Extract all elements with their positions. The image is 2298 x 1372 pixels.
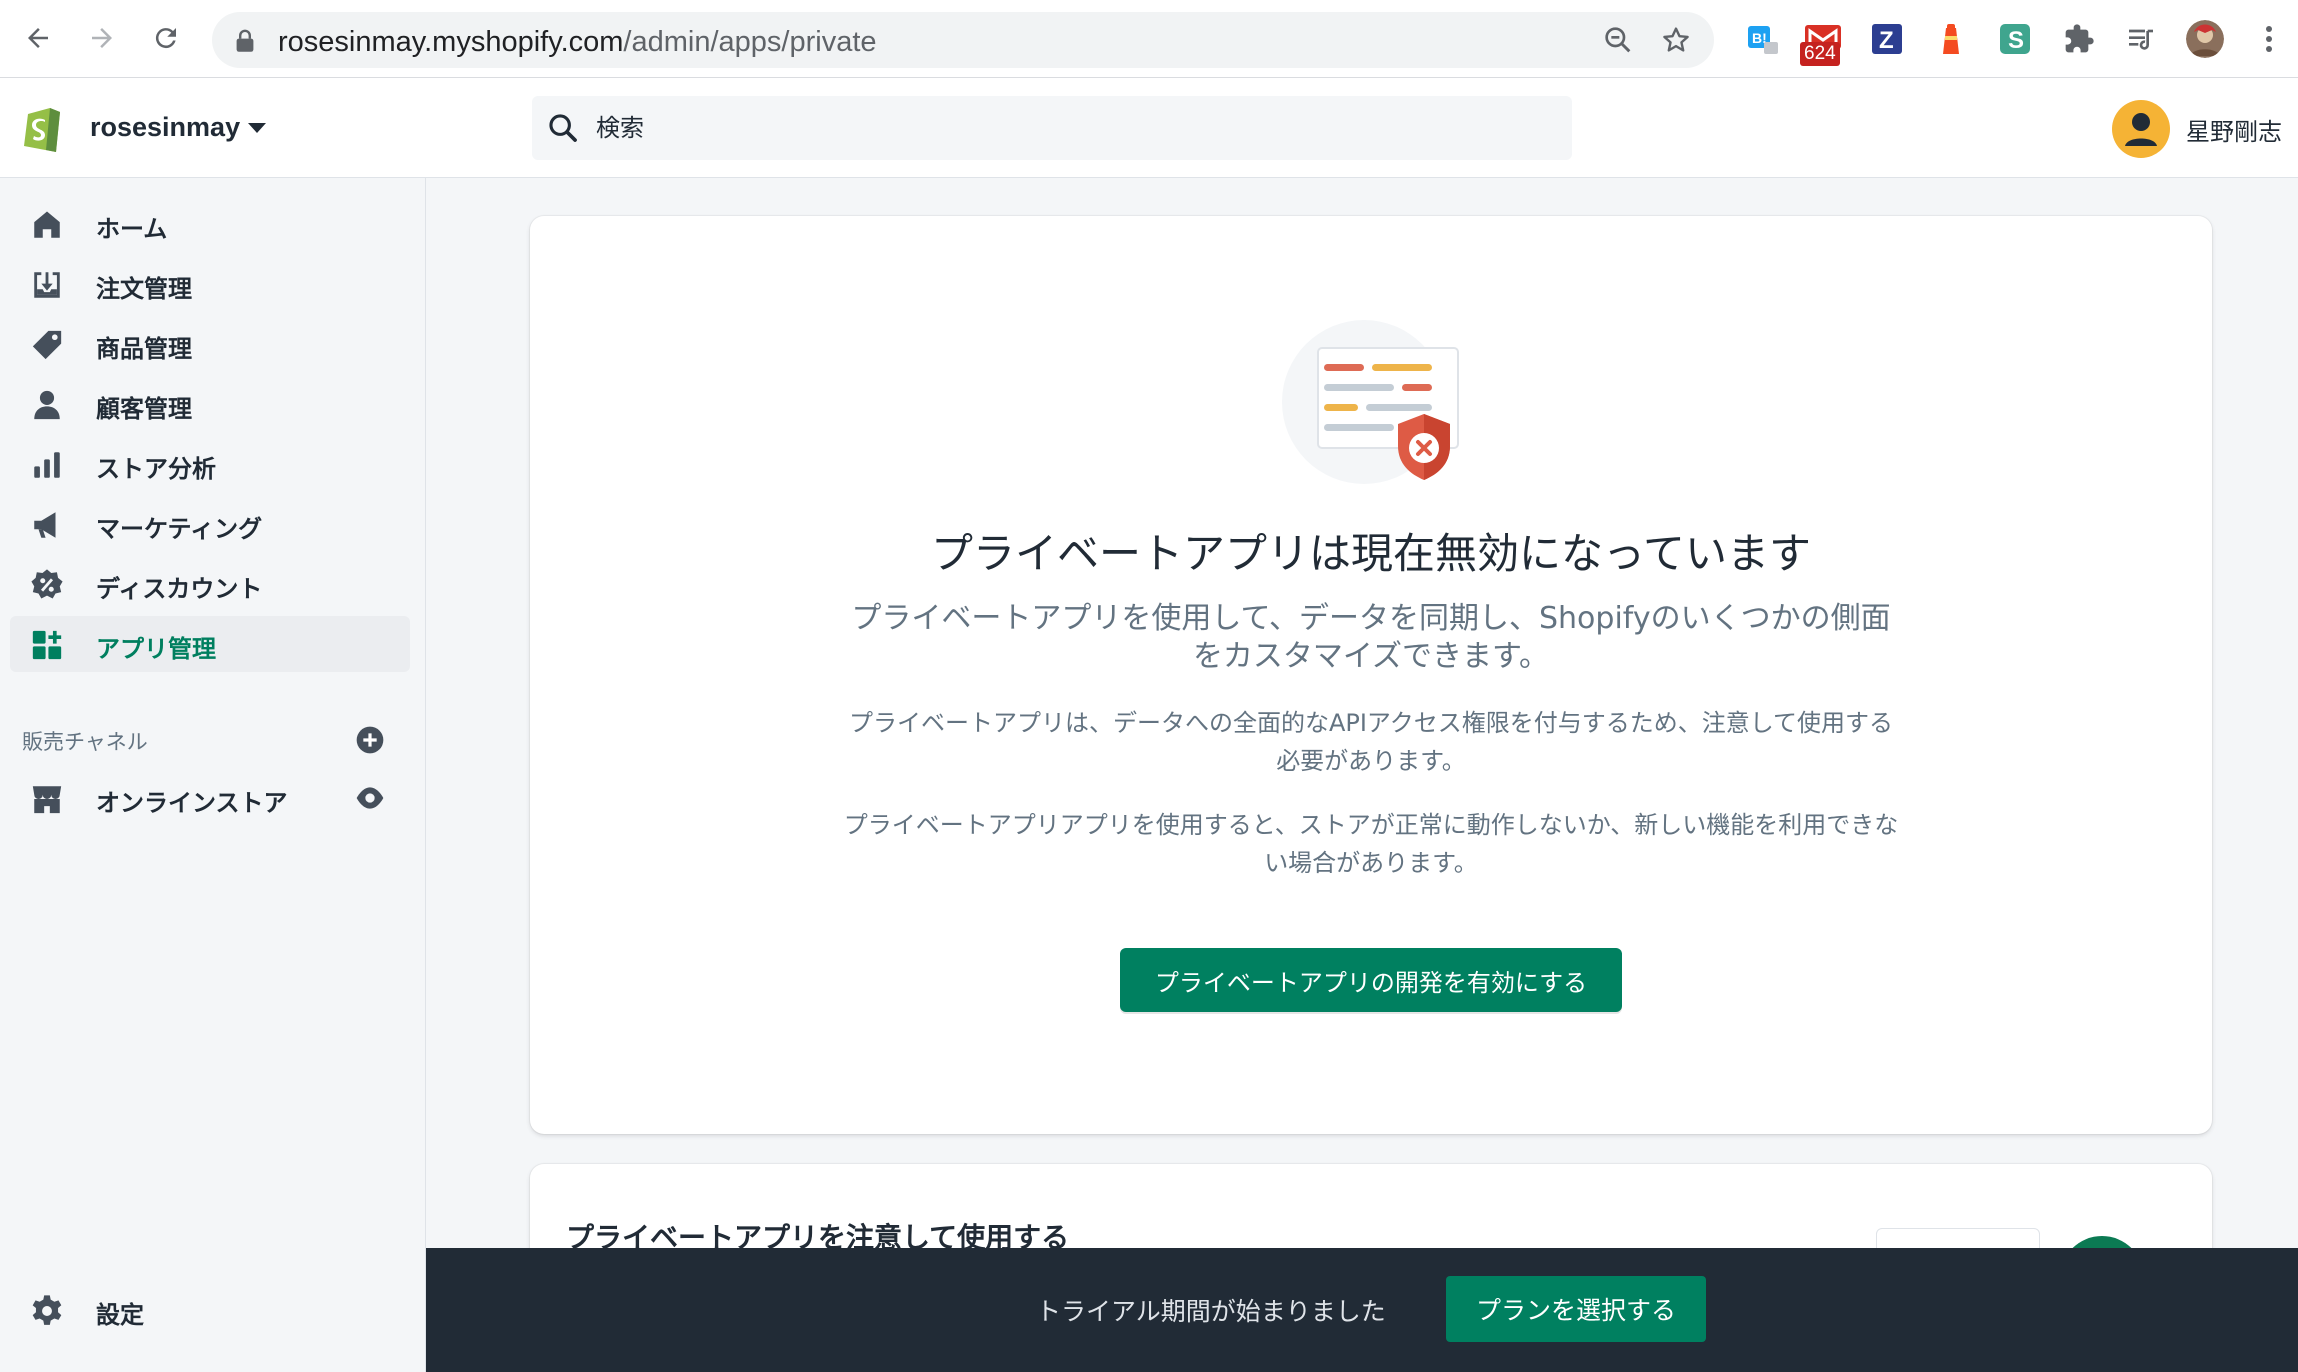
eye-icon[interactable]	[354, 784, 386, 812]
compatibility-warning: プライベートアプリアプリを使用すると、ストアが正常に動作しないか、新しい機能を利…	[843, 811, 1899, 877]
s-extension-icon[interactable]: S	[1996, 20, 2034, 58]
store-icon	[32, 786, 62, 814]
api-access-warning: プライベートアプリは、データへの全面的なAPIアクセス権限を付与するため、注意し…	[848, 709, 1894, 775]
tag-icon	[32, 330, 62, 360]
reload-button[interactable]	[142, 14, 190, 62]
forward-arrow-icon	[92, 28, 112, 48]
sidebar-item-label: ホーム	[96, 215, 168, 243]
back-button[interactable]	[14, 14, 62, 62]
sidebar-item-apps[interactable]: アプリ管理	[10, 616, 410, 672]
card-subtitle: プライベートアプリを使用して、データを同期し、Shopifyのいくつかの側面をカ…	[851, 601, 1891, 674]
svg-text:S: S	[2008, 27, 2024, 54]
mail-count-badge: 624	[1800, 42, 1840, 66]
sidebar-item-discounts[interactable]: ディスカウント	[10, 556, 410, 612]
select-plan-button[interactable]: プランを選択する	[1446, 1276, 1706, 1342]
sidebar: ホーム 注文管理 商品管理 顧客管理 ストア分析 マーケティング ディスカウント…	[0, 178, 426, 1372]
profile-avatar-icon[interactable]	[2186, 20, 2224, 58]
store-name[interactable]: rosesinmay	[90, 112, 240, 143]
user-avatar[interactable]	[2112, 100, 2170, 158]
gear-icon	[32, 1295, 62, 1325]
private-apps-disabled-card: プライベートアプリは現在無効になっています プライベートアプリを使用して、データ…	[530, 216, 2212, 1134]
private-app-disabled-illustration	[1282, 320, 1459, 484]
puzzle-extensions-icon[interactable]	[2060, 20, 2098, 58]
back-arrow-icon	[28, 28, 48, 48]
sidebar-item-customers[interactable]: 顧客管理	[10, 376, 410, 432]
add-channel-icon[interactable]	[354, 724, 386, 756]
sidebar-item-orders[interactable]: 注文管理	[10, 256, 410, 312]
discount-icon	[31, 569, 63, 599]
customer-icon	[34, 390, 60, 420]
lock-icon	[236, 29, 254, 52]
search-bar[interactable]	[532, 96, 1572, 160]
url-path: /admin/apps/private	[623, 26, 877, 58]
reading-list-icon[interactable]	[2122, 20, 2160, 58]
orders-icon	[34, 272, 60, 298]
bookmark-star-icon[interactable]	[1660, 24, 1692, 56]
trial-message: トライアル期間が始まりました	[1036, 1297, 1386, 1326]
bookmark-extension-icon[interactable]: B!	[1744, 20, 1782, 58]
sidebar-item-label: ディスカウント	[96, 575, 263, 603]
lighthouse-extension-icon[interactable]	[1932, 20, 1970, 58]
apps-icon	[32, 630, 62, 660]
page-title: プライベートアプリは現在無効になっています	[931, 529, 1811, 578]
sales-channels-heading: 販売チャネル	[22, 730, 148, 754]
shopify-logo-icon	[24, 108, 60, 152]
z-extension-icon[interactable]: Z	[1868, 20, 1906, 58]
menu-dots-icon[interactable]	[2250, 20, 2288, 58]
user-name[interactable]: 星野剛志	[2186, 112, 2282, 147]
browser-toolbar: rosesinmay.myshopify.com/admin/apps/priv…	[0, 0, 2298, 78]
analytics-icon	[34, 452, 60, 478]
sidebar-item-label: 顧客管理	[96, 395, 192, 423]
search-input[interactable]	[596, 106, 1496, 150]
sidebar-item-home[interactable]: ホーム	[10, 196, 410, 252]
sidebar-item-marketing[interactable]: マーケティング	[10, 496, 410, 552]
zoom-icon[interactable]	[1602, 24, 1634, 56]
search-icon	[549, 114, 577, 142]
chevron-down-icon[interactable]	[248, 123, 266, 133]
address-bar[interactable]: rosesinmay.myshopify.com/admin/apps/priv…	[212, 12, 1714, 68]
sidebar-item-label: オンラインストア	[96, 789, 288, 817]
reload-icon	[155, 28, 176, 49]
enable-private-app-button[interactable]: プライベートアプリの開発を有効にする	[1120, 948, 1622, 1012]
sidebar-item-settings[interactable]: 設定	[10, 1282, 410, 1338]
megaphone-icon	[34, 512, 56, 538]
sidebar-item-online-store[interactable]: オンラインストア	[10, 770, 410, 826]
sidebar-item-label: 設定	[96, 1301, 144, 1329]
url-host: rosesinmay.myshopify.com	[278, 26, 624, 58]
sidebar-item-label: 注文管理	[96, 275, 192, 303]
sidebar-item-label: マーケティング	[96, 515, 263, 543]
sidebar-item-label: アプリ管理	[96, 635, 216, 663]
sidebar-item-label: 商品管理	[96, 335, 192, 363]
svg-text:Z: Z	[1879, 27, 1894, 54]
trial-banner: トライアル期間が始まりました プランを選択する	[426, 1248, 2298, 1372]
admin-topbar: rosesinmay 星野剛志	[0, 78, 2298, 178]
sidebar-item-label: ストア分析	[96, 455, 216, 483]
forward-button[interactable]	[78, 14, 126, 62]
user-avatar-icon	[2125, 113, 2157, 146]
url-text: rosesinmay.myshopify.com/admin/apps/priv…	[278, 26, 877, 59]
home-icon	[34, 211, 60, 238]
sidebar-item-products[interactable]: 商品管理	[10, 316, 410, 372]
sidebar-item-analytics[interactable]: ストア分析	[10, 436, 410, 492]
